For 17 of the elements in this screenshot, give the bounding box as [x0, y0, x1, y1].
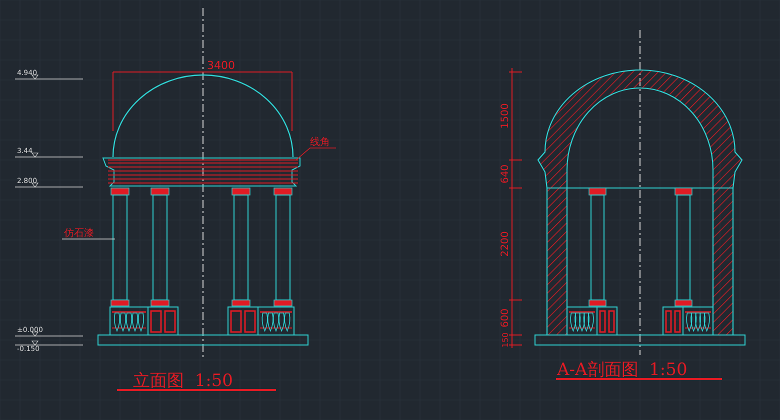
level-marker — [14, 332, 84, 336]
dimension-text: 150 — [501, 332, 510, 348]
level-marker — [14, 182, 84, 188]
annotation-label: 线角 — [310, 137, 330, 148]
annotation-label: 仿石漆 — [64, 228, 94, 239]
view-title: A-A剖面图 1:50 — [557, 360, 688, 380]
level-marker — [14, 152, 84, 158]
dimension-text: 2200 — [500, 231, 511, 257]
level-marker — [14, 340, 84, 346]
dimension-text: 640 — [500, 164, 511, 184]
dimension-text: 1500 — [500, 103, 511, 129]
leader-line — [296, 148, 336, 160]
leader-line — [62, 238, 116, 240]
dimension-text: 3400 — [207, 59, 235, 72]
dimension-text: 600 — [500, 308, 511, 328]
view-title: 立面图 1:50 — [133, 371, 233, 391]
level-marker — [14, 74, 84, 80]
